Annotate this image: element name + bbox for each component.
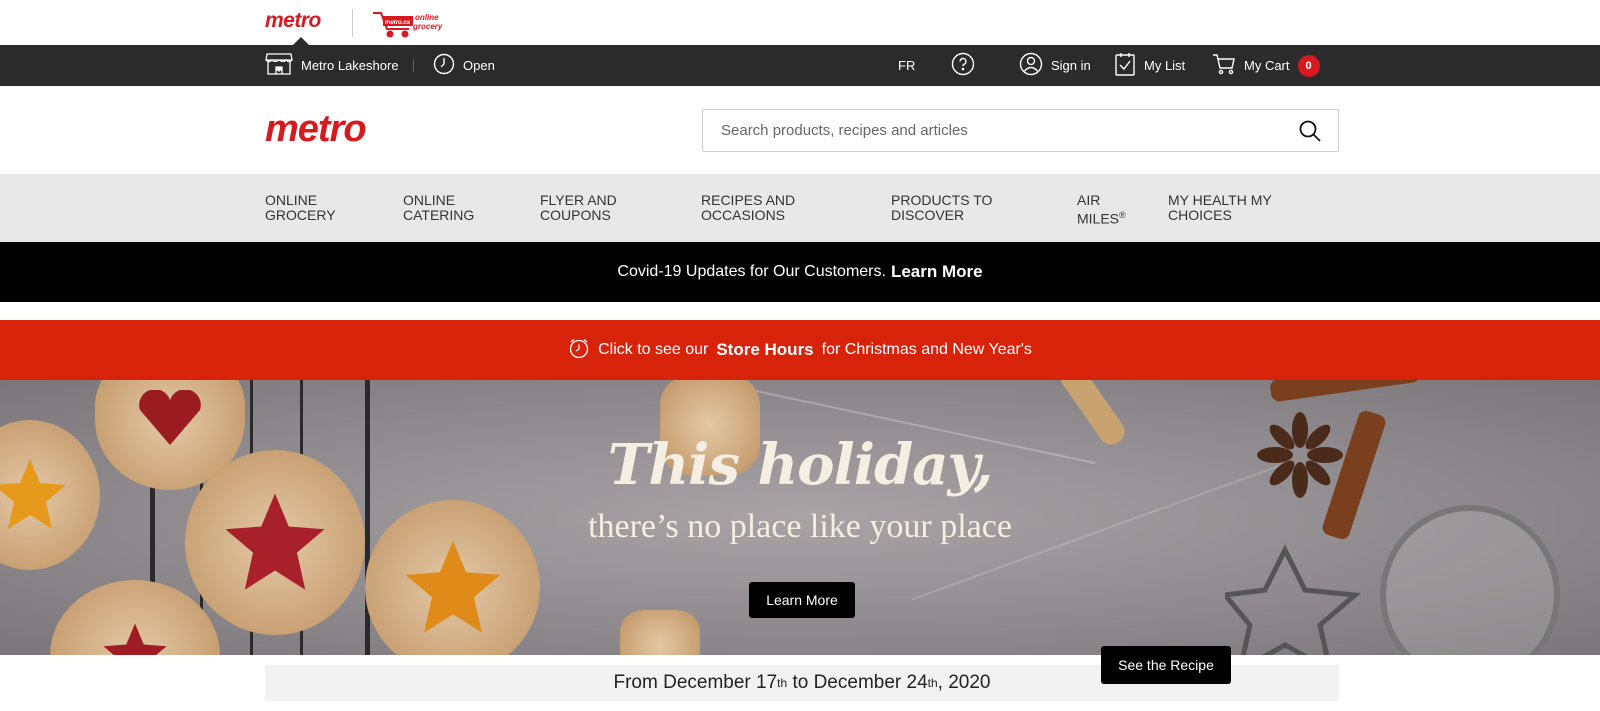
nav-item-flyer-coupons[interactable]: FLYER AND COUPONS — [540, 193, 680, 223]
language-label: FR — [898, 58, 916, 73]
store-status[interactable]: Open — [433, 45, 495, 86]
svg-text:online: online — [415, 13, 439, 22]
store-hours-suffix: for Christmas and New Year's — [821, 341, 1032, 358]
header: metro — [0, 86, 1600, 174]
my-cart-label: My Cart — [1244, 58, 1290, 73]
help-icon — [951, 52, 975, 79]
date-part-1: From December 17 — [613, 672, 778, 693]
date-sup-2: th — [927, 676, 938, 690]
language-toggle[interactable]: FR — [898, 45, 915, 86]
nav-item-air-miles[interactable]: AIR MILES® — [1077, 193, 1147, 227]
nav-item-products-discover[interactable]: PRODUCTS TO DISCOVER — [891, 193, 1031, 223]
cinnamon-stick-image — [1269, 380, 1421, 403]
metro-logo[interactable]: metro — [265, 108, 367, 151]
sign-in-button[interactable]: Sign in — [1019, 45, 1091, 86]
utility-bar: Metro Lakeshore Open FR Sign in My List … — [0, 45, 1600, 86]
sign-in-label: Sign in — [1051, 58, 1091, 73]
help-button[interactable] — [951, 45, 975, 86]
alarm-clock-icon — [568, 337, 590, 364]
hero-learn-more-button[interactable]: Learn More — [749, 582, 855, 618]
store-name: Metro Lakeshore — [301, 58, 399, 73]
air-miles-label: AIR MILES — [1077, 192, 1120, 227]
svg-text:grocery: grocery — [412, 22, 443, 31]
store-status-label: Open — [463, 58, 495, 73]
search-input[interactable] — [703, 110, 1290, 151]
brand-strip: metro metro.ca online grocery — [0, 0, 1600, 45]
covid-learn-more-link[interactable]: Learn More — [891, 262, 983, 282]
nav-item-health-choices[interactable]: MY HEALTH MY CHOICES — [1168, 193, 1308, 223]
hero-banner: This holiday, there’s no place like your… — [0, 380, 1600, 655]
brand-divider — [352, 9, 353, 37]
store-selector[interactable]: Metro Lakeshore — [265, 45, 399, 86]
date-sup-1: th — [777, 676, 788, 690]
clock-icon — [433, 53, 455, 78]
online-logo-mark: metro.ca — [385, 20, 411, 26]
covid-text: Covid-19 Updates for Our Customers. — [617, 263, 886, 280]
search-box — [702, 109, 1339, 152]
nav-item-online-catering[interactable]: ONLINE CATERING — [403, 193, 543, 223]
search-icon[interactable] — [1290, 111, 1330, 151]
store-icon — [265, 52, 293, 79]
cart-count-badge: 0 — [1297, 54, 1320, 77]
online-grocery-logo[interactable]: metro.ca online grocery — [371, 8, 451, 38]
metro-logo-small[interactable]: metro — [265, 9, 321, 33]
date-part-3: , 2020 — [937, 672, 991, 693]
cookie-image — [620, 610, 700, 655]
hero-subline: there’s no place like your place — [588, 508, 1012, 545]
list-icon — [1114, 52, 1136, 79]
active-caret — [293, 37, 309, 45]
my-list-label: My List — [1144, 58, 1186, 73]
air-miles-registered: ® — [1119, 210, 1126, 220]
my-list-button[interactable]: My List — [1114, 45, 1185, 86]
store-hours-link[interactable]: Store Hours — [716, 340, 813, 360]
see-recipe-button[interactable]: See the Recipe — [1101, 646, 1231, 684]
date-part-2: to December 24 — [787, 672, 928, 693]
store-hours-prefix: Click to see our — [598, 341, 709, 358]
cart-icon — [1212, 53, 1236, 78]
my-cart-button[interactable]: My Cart 0 — [1212, 45, 1320, 86]
main-nav: ONLINE GROCERY ONLINE CATERING FLYER AND… — [0, 174, 1600, 242]
user-icon — [1019, 52, 1043, 79]
star-cutter-image — [1225, 545, 1362, 655]
hero-headline: This holiday, — [607, 432, 993, 498]
store-hours-banner[interactable]: Click to see our Store Hours for Christm… — [0, 320, 1600, 380]
covid-banner[interactable]: Covid-19 Updates for Our Customers. Lear… — [0, 242, 1600, 302]
utility-separator — [413, 59, 414, 72]
nav-item-online-grocery[interactable]: ONLINE GROCERY — [265, 193, 405, 223]
nav-item-recipes-occasions[interactable]: RECIPES AND OCCASIONS — [701, 193, 841, 223]
